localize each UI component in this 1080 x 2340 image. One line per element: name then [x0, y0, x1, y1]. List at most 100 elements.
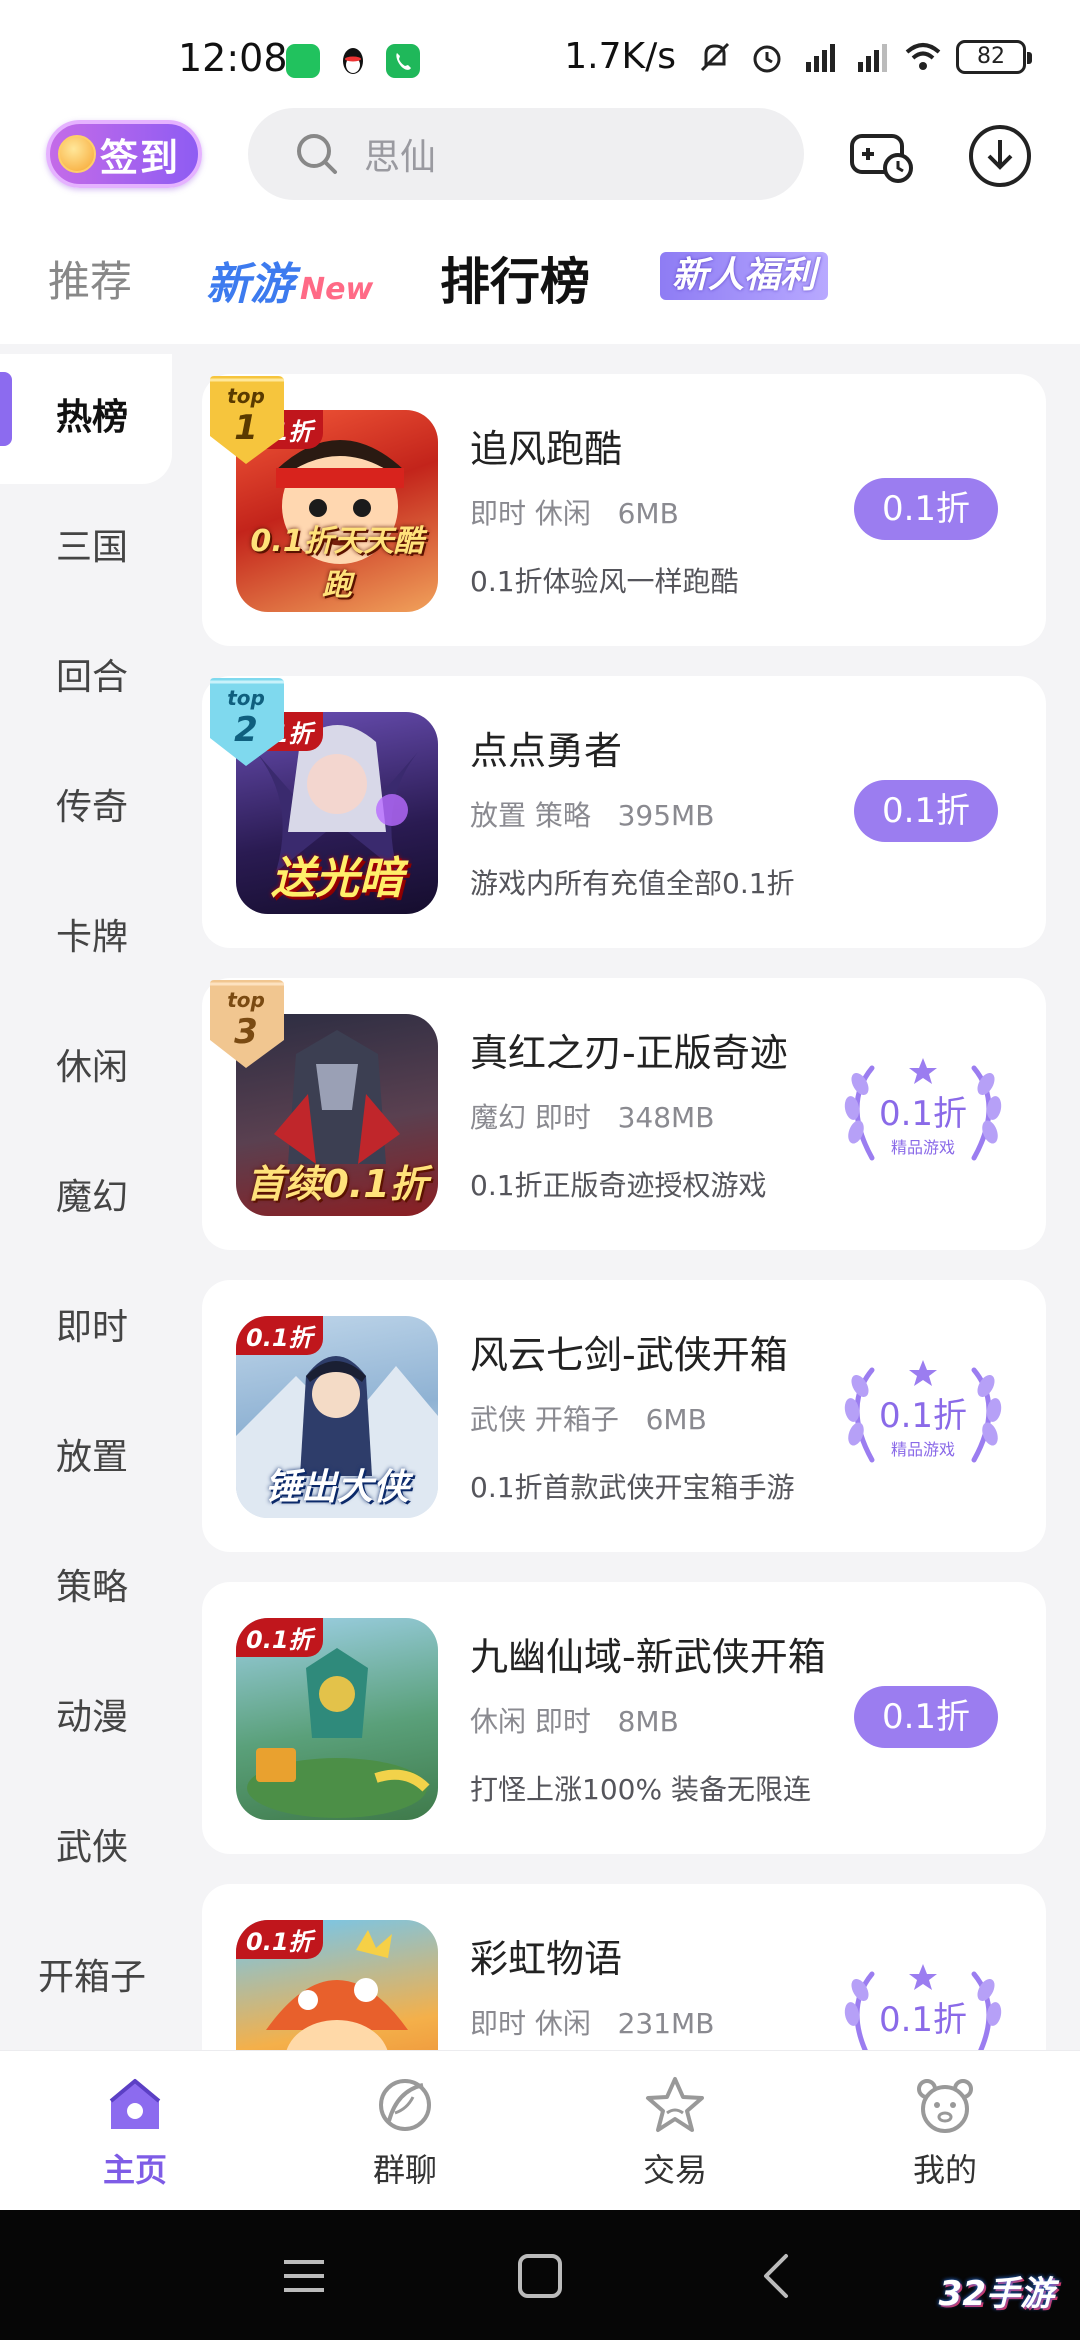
status-bar: 12:08 1.7K/s 82 [0, 0, 1080, 100]
category-turn-based[interactable]: 回合 [0, 648, 184, 700]
rank-number: 3 [234, 1012, 258, 1052]
thumb-caption: 0.1折天天酷跑 [250, 524, 424, 603]
category-fantasy[interactable]: 魔幻 [0, 1168, 184, 1220]
game-description: 0.1折首款武侠开宝箱手游 [470, 1471, 795, 1504]
game-tags: 放置 策略 [470, 799, 591, 832]
game-title: 真红之刃-正版奇迹 [470, 1031, 788, 1075]
status-time: 12:08 [178, 36, 288, 80]
game-meta: 魔幻 即时 348MB [470, 1096, 714, 1136]
game-tags: 武侠 开箱子 [470, 1403, 619, 1436]
nav-home-label: 主页 [102, 2151, 167, 2189]
category-hot[interactable]: 热榜 [0, 388, 184, 440]
game-size: 231MB [617, 2007, 715, 2040]
game-description: 游戏内所有充值全部0.1折 [470, 867, 795, 900]
bottom-navigation: 主页 群聊 交易 我的 [0, 2050, 1080, 2210]
category-anime[interactable]: 动漫 [0, 1688, 184, 1740]
category-casual[interactable]: 休闲 [0, 1038, 184, 1090]
game-title: 点点勇者 [470, 729, 623, 773]
game-card[interactable]: 0.1折 彩虹物语 即时 休闲 231MB 0.1折 [202, 1884, 1046, 2050]
tab-ranking[interactable]: 排行榜 [440, 242, 590, 314]
thumb-caption: 送光暗 [271, 853, 403, 904]
alarm-icon [753, 45, 781, 72]
discount-button[interactable]: 0.1折 [854, 478, 998, 540]
game-description: 打怪上涨100% 装备无限连 [470, 1773, 811, 1806]
game-description: 0.1折体验风一样跑酷 [470, 565, 739, 598]
category-open-box[interactable]: 开箱子 [0, 1948, 184, 2000]
back-icon[interactable] [750, 2248, 806, 2304]
game-thumbnail[interactable]: 0.1折 [236, 1618, 438, 1820]
battery-indicator: 82 [956, 39, 1032, 74]
rank-top-label: top [227, 686, 265, 710]
wifi-icon [905, 42, 941, 70]
premium-laurel-badge[interactable]: 0.1折 精品游戏 [832, 1054, 1014, 1174]
rank-number: 1 [234, 408, 258, 448]
game-title: 九幽仙域-新武侠开箱 [470, 1635, 826, 1679]
watermark-logo: 32手游 [938, 2274, 1054, 2314]
rank-top-label: top [227, 988, 265, 1012]
game-card[interactable]: 0.1折 送光暗 top 2 点点勇者 放置 策略 395MB 游戏内所有充值全… [202, 676, 1046, 948]
game-card[interactable]: 0.1折 锤出大侠 风云七剑-武侠开箱 武侠 开箱子 6MB 0.1折首款武侠开… [202, 1280, 1046, 1552]
category-sidebar: 热榜 三国 回合 传奇 卡牌 休闲 魔幻 即时 放置 策略 动漫 武侠 开箱子 [0, 344, 172, 2050]
category-idle[interactable]: 放置 [0, 1428, 184, 1480]
game-history-icon[interactable] [846, 120, 918, 192]
game-meta: 即时 休闲 6MB [470, 492, 679, 532]
game-title: 追风跑酷 [470, 427, 623, 471]
game-tags: 魔幻 即时 [470, 1101, 591, 1134]
discount-button[interactable]: 0.1折 [854, 780, 998, 842]
nav-trade[interactable]: 交易 [610, 2073, 740, 2191]
rank-top-label: top [227, 384, 265, 408]
qq-icon [336, 44, 370, 78]
laurel-caption: 精品游戏 [890, 1138, 955, 1157]
laurel-caption: 精品游戏 [890, 1440, 955, 1459]
category-card[interactable]: 卡牌 [0, 908, 184, 960]
category-wuxia[interactable]: 武侠 [0, 1818, 184, 1870]
game-card[interactable]: 0.1折 九幽仙域-新武侠开箱 休闲 即时 8MB 打怪上涨100% 装备无限连… [202, 1582, 1046, 1854]
game-tags: 即时 休闲 [470, 2007, 591, 2040]
category-strategy[interactable]: 策略 [0, 1558, 184, 1610]
game-thumbnail[interactable]: 0.1折 [236, 1920, 438, 2050]
game-description: 0.1折正版奇迹授权游戏 [470, 1169, 767, 1202]
category-legend[interactable]: 传奇 [0, 778, 184, 830]
home-square-icon[interactable] [512, 2248, 568, 2304]
menu-icon[interactable] [276, 2248, 332, 2304]
game-title: 风云七剑-武侠开箱 [470, 1333, 788, 1377]
nav-group-chat[interactable]: 群聊 [340, 2073, 470, 2191]
tab-recommend[interactable]: 推荐 [48, 248, 132, 309]
thumb-discount-tag: 0.1折 [236, 1316, 323, 1355]
premium-laurel-badge[interactable]: 0.1折 精品游戏 [832, 1356, 1014, 1476]
signin-button[interactable]: 签到 [46, 120, 202, 188]
game-meta: 武侠 开箱子 6MB [470, 1398, 707, 1438]
thumb-caption: 首续0.1折 [246, 1162, 428, 1206]
game-size: 8MB [617, 1705, 679, 1738]
game-list: 0.1折 0.1折天天酷跑 top 1 追风跑酷 即时 休闲 6MB 0.1折体… [172, 344, 1080, 2050]
signin-label: 签到 [100, 135, 181, 180]
premium-laurel-badge[interactable]: 0.1折 [832, 1960, 1014, 2050]
game-tags: 休闲 即时 [470, 1705, 591, 1738]
game-meta: 放置 策略 395MB [470, 794, 714, 834]
search-placeholder: 思仙 [364, 137, 437, 178]
phone-icon [386, 44, 420, 78]
search-input[interactable]: 思仙 [248, 108, 804, 200]
tab-newcomer-welfare[interactable]: 新人福利 [660, 252, 829, 300]
game-card[interactable]: 0.1折 0.1折天天酷跑 top 1 追风跑酷 即时 休闲 6MB 0.1折体… [202, 374, 1046, 646]
network-speed: 1.7K/s [564, 36, 676, 77]
game-meta: 休闲 即时 8MB [470, 1700, 679, 1740]
tab-new-games[interactable]: 新游 New [206, 248, 373, 312]
game-thumbnail[interactable]: 0.1折 锤出大侠 [236, 1316, 438, 1518]
laurel-discount: 0.1折 [878, 2000, 968, 2040]
rank-number: 2 [234, 710, 258, 750]
home-icon [109, 2079, 161, 2129]
system-navigation-bar: 32手游 [0, 2210, 1080, 2340]
thumb-discount-tag: 0.1折 [236, 1618, 323, 1657]
nav-home[interactable]: 主页 [70, 2073, 200, 2191]
wechat-icon [286, 44, 320, 78]
download-icon[interactable] [964, 120, 1036, 192]
category-realtime[interactable]: 即时 [0, 1298, 184, 1350]
discount-button[interactable]: 0.1折 [854, 1686, 998, 1748]
nav-profile[interactable]: 我的 [880, 2073, 1010, 2191]
game-meta: 即时 休闲 231MB [470, 2002, 714, 2042]
category-three-kingdoms[interactable]: 三国 [0, 518, 184, 570]
tab-new-en: New [300, 272, 374, 307]
status-right: 1.7K/s 82 [564, 36, 1032, 77]
game-card[interactable]: 首续0.1折 top 3 真红之刃-正版奇迹 魔幻 即时 348MB 0.1折正… [202, 978, 1046, 1250]
